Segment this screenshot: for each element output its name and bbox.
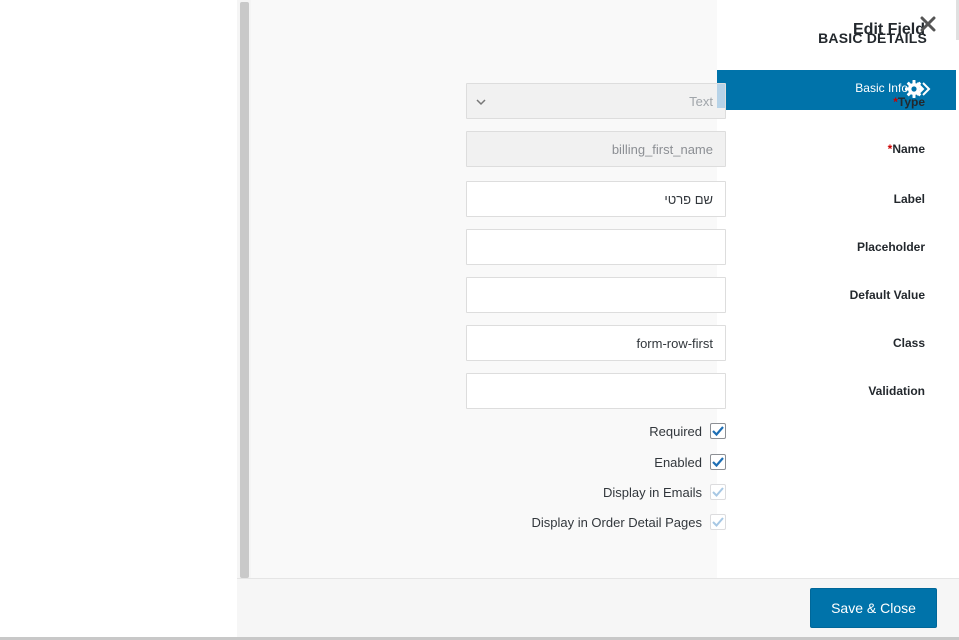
- validation-label: Validation: [868, 384, 925, 398]
- save-and-close-button[interactable]: Save & Close: [810, 588, 937, 628]
- validation-input[interactable]: [466, 373, 726, 409]
- tab-basic-info-label: Basic Info: [855, 81, 908, 95]
- scrollbar-thumb[interactable]: [240, 2, 249, 578]
- name-label-text: Name: [892, 142, 925, 156]
- label-label: Label: [893, 192, 925, 206]
- name-input[interactable]: [466, 131, 726, 167]
- type-label: *Type: [893, 95, 925, 109]
- check-icon: [712, 517, 724, 527]
- modal-title: Edit Field: [853, 21, 925, 38]
- enabled-checkbox-row: Enabled: [654, 454, 726, 470]
- page-backdrop: [0, 0, 237, 640]
- required-checkbox-row: Required: [649, 423, 726, 439]
- check-icon: [712, 487, 724, 497]
- display-in-order-detail-pages-checkbox-row: Display in Order Detail Pages: [531, 514, 726, 530]
- display-in-emails-checkbox-label: Display in Emails: [603, 484, 702, 500]
- type-select-value: Text: [689, 94, 713, 109]
- check-icon: [712, 457, 724, 468]
- placeholder-label: Placeholder: [856, 240, 925, 254]
- default-value-label: Default Value: [849, 288, 925, 302]
- required-checkbox[interactable]: [710, 423, 726, 439]
- required-checkbox-label: Required: [649, 423, 702, 439]
- type-select[interactable]: Text: [466, 83, 726, 119]
- display-in-emails-checkbox-row: Display in Emails: [603, 484, 726, 500]
- display-in-emails-checkbox[interactable]: [710, 484, 726, 500]
- class-label: Class: [892, 336, 925, 350]
- display-in-order-detail-pages-checkbox[interactable]: [710, 514, 726, 530]
- check-icon: [712, 426, 724, 437]
- placeholder-input[interactable]: [466, 229, 726, 265]
- enabled-checkbox[interactable]: [710, 454, 726, 470]
- default-value-input[interactable]: [466, 277, 726, 313]
- type-label-text: Type: [897, 95, 925, 109]
- select-accent: [717, 84, 725, 108]
- name-label: *Name: [888, 142, 925, 156]
- enabled-checkbox-label: Enabled: [654, 454, 702, 470]
- label-input[interactable]: [466, 181, 726, 217]
- chevron-down-icon: [474, 95, 488, 109]
- class-input[interactable]: [466, 325, 726, 361]
- display-in-order-detail-pages-checkbox-label: Display in Order Detail Pages: [531, 514, 702, 530]
- close-icon[interactable]: [918, 14, 938, 34]
